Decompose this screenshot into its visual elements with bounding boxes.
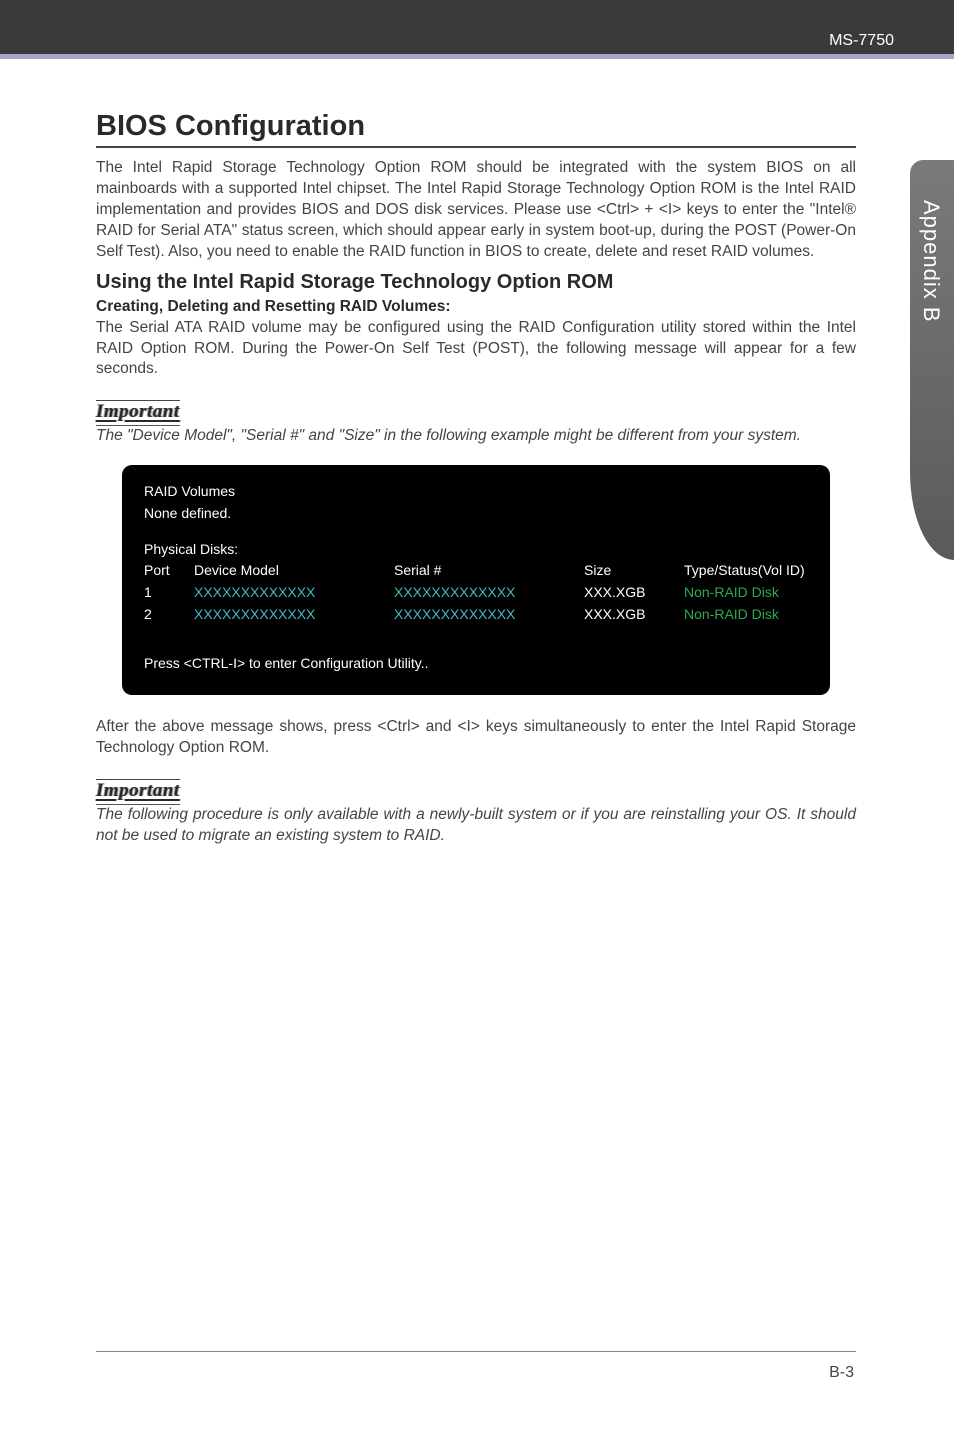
bios-footer-instruction: Press <CTRL-I> to enter Configuration Ut… xyxy=(144,653,808,675)
bios-col-model: Device Model xyxy=(194,560,394,582)
bios-model-2: XXXXXXXXXXXXX xyxy=(194,604,394,626)
footer-divider xyxy=(96,1351,856,1352)
paragraph-3: After the above message shows, press <Ct… xyxy=(96,717,856,759)
page-number: B-3 xyxy=(829,1364,854,1382)
header-model-label: MS-7750 xyxy=(829,32,894,50)
important-callout-2: Important xyxy=(96,767,856,805)
bios-col-status: Type/Status(Vol ID) xyxy=(684,560,808,582)
table-row: 2 XXXXXXXXXXXXX XXXXXXXXXXXXX XXX.XGB No… xyxy=(144,604,808,626)
section-subhead: Creating, Deleting and Resetting RAID Vo… xyxy=(96,298,856,316)
bios-port-2: 2 xyxy=(144,604,194,626)
bios-port-1: 1 xyxy=(144,582,194,604)
important-note-2: The following procedure is only availabl… xyxy=(96,805,856,847)
bios-physical-disks-label: Physical Disks: xyxy=(144,539,808,561)
intro-paragraph: The Intel Rapid Storage Technology Optio… xyxy=(96,158,856,263)
side-tab-label: Appendix B xyxy=(918,200,944,323)
bios-raid-volumes-status: None defined. xyxy=(144,503,808,525)
section-subtitle: Using the Intel Rapid Storage Technology… xyxy=(96,271,856,294)
bios-col-size: Size xyxy=(584,560,684,582)
important-note-1: The "Device Model", "Serial #" and "Size… xyxy=(96,426,856,447)
bios-table-header: Port Device Model Serial # Size Type/Sta… xyxy=(144,560,808,582)
bios-size-1: XXX.XGB xyxy=(584,582,684,604)
important-label-1: Important xyxy=(96,400,180,423)
header-background xyxy=(0,0,954,58)
important-label-2: Important xyxy=(96,779,180,802)
bios-raid-volumes-label: RAID Volumes xyxy=(144,481,808,503)
bios-serial-2: XXXXXXXXXXXXX xyxy=(394,604,584,626)
bios-col-port: Port xyxy=(144,560,194,582)
page-content: BIOS Configuration The Intel Rapid Stora… xyxy=(96,110,856,861)
bios-status-2: Non-RAID Disk xyxy=(684,604,808,626)
important-callout-1: Important xyxy=(96,388,856,426)
bios-screen-example: RAID Volumes None defined. Physical Disk… xyxy=(122,465,830,695)
page-title: BIOS Configuration xyxy=(96,110,856,148)
table-row: 1 XXXXXXXXXXXXX XXXXXXXXXXXXX XXX.XGB No… xyxy=(144,582,808,604)
bios-status-1: Non-RAID Disk xyxy=(684,582,808,604)
bios-model-1: XXXXXXXXXXXXX xyxy=(194,582,394,604)
bios-size-2: XXX.XGB xyxy=(584,604,684,626)
bios-serial-1: XXXXXXXXXXXXX xyxy=(394,582,584,604)
bios-col-serial: Serial # xyxy=(394,560,584,582)
paragraph-2: The Serial ATA RAID volume may be config… xyxy=(96,318,856,381)
header-accent-bar xyxy=(0,54,954,59)
